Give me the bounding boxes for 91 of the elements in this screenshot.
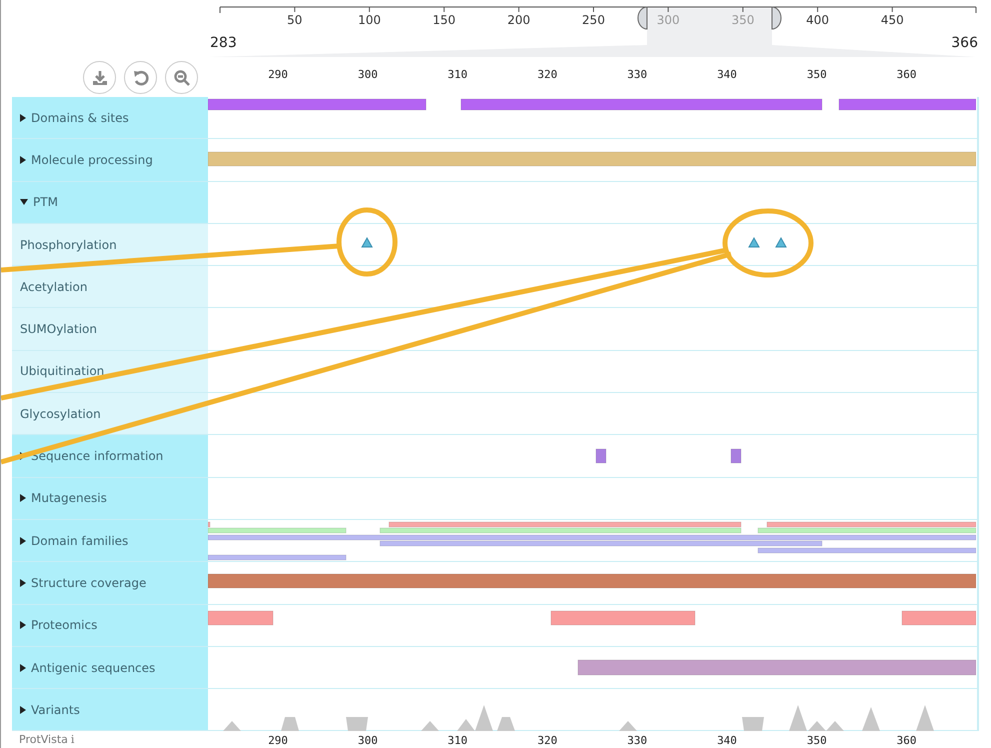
track-label[interactable]: Glycosylation — [12, 393, 208, 434]
feature-bar[interactable] — [596, 449, 606, 464]
track-label[interactable]: Mutagenesis — [12, 478, 208, 519]
ruler-tick-label: 300 — [656, 13, 680, 27]
ruler-tick-label: 350 — [806, 734, 827, 748]
ruler-tick-label: 360 — [896, 734, 917, 748]
site-marker[interactable] — [361, 236, 373, 248]
track-label[interactable]: Molecule processing — [12, 139, 208, 181]
feature-bar[interactable] — [758, 548, 976, 554]
track-name: Mutagenesis — [31, 491, 107, 506]
track-label[interactable]: Antigenic sequences — [12, 646, 208, 688]
feature-bar[interactable] — [208, 610, 274, 625]
brand-label: ProtVista — [19, 732, 68, 746]
info-link[interactable]: i — [70, 732, 74, 746]
site-marker[interactable] — [748, 236, 760, 248]
range-handle[interactable] — [772, 6, 782, 30]
track-name: Domains & sites — [31, 110, 129, 125]
feature-bar[interactable] — [208, 98, 426, 110]
ruler-tick-label: 290 — [268, 68, 288, 81]
track-name: Molecule processing — [31, 152, 153, 167]
reset-button[interactable] — [124, 61, 157, 94]
ruler-tick-label: 320 — [537, 68, 558, 81]
caret-icon[interactable] — [20, 706, 26, 714]
ruler-tick-label: 450 — [880, 13, 904, 27]
feature-bar[interactable] — [460, 98, 822, 110]
track-name: PTM — [33, 195, 58, 210]
track-label[interactable]: Domain families — [12, 520, 208, 562]
ruler-tick-label: 330 — [627, 734, 648, 748]
feature-bar[interactable] — [208, 152, 976, 167]
track-name: Variants — [31, 702, 80, 717]
zoom-out-button[interactable] — [165, 61, 198, 94]
track-label[interactable]: Proteomics — [12, 604, 208, 646]
site-marker[interactable] — [775, 236, 787, 248]
feature-bar[interactable] — [208, 534, 976, 540]
zoom-out-icon — [172, 68, 190, 86]
track-label[interactable]: Domains & sites — [12, 97, 208, 138]
ruler-tick-label: 320 — [537, 734, 558, 748]
caret-icon[interactable] — [20, 199, 28, 206]
ruler-tick-label: 50 — [287, 13, 302, 27]
track-label[interactable]: PTM — [12, 182, 208, 223]
feature-bar[interactable] — [766, 522, 976, 528]
range-handle[interactable] — [638, 6, 648, 30]
feature-bar[interactable] — [550, 610, 696, 625]
ruler-tick-label: 350 — [806, 68, 827, 81]
track-label[interactable]: Variants — [12, 689, 208, 730]
ruler-tick-label: 300 — [358, 734, 378, 748]
range-start: 283 — [210, 35, 237, 51]
ruler-tick-label: 290 — [268, 734, 288, 748]
ruler-tick-label: 360 — [896, 68, 917, 81]
ruler-tick-label: 310 — [448, 68, 468, 81]
download-button[interactable] — [83, 61, 116, 94]
track-label[interactable]: Acetylation — [12, 266, 208, 308]
feature-bar[interactable] — [208, 554, 346, 560]
caret-icon[interactable] — [20, 114, 26, 122]
track-name: Ubiquitination — [20, 364, 104, 378]
caret-icon[interactable] — [20, 578, 26, 587]
ruler-tick-label: 340 — [717, 68, 737, 81]
download-icon — [90, 68, 108, 86]
track-name: Proteomics — [31, 618, 98, 632]
range-end: 366 — [951, 35, 978, 51]
ruler-tick-label: 250 — [582, 13, 605, 27]
caret-icon[interactable] — [20, 664, 26, 672]
track-name: Domain families — [31, 534, 128, 548]
ruler-tick-label: 330 — [627, 68, 648, 81]
feature-bar[interactable] — [578, 660, 976, 676]
ruler-tick-label: 200 — [507, 13, 530, 27]
ruler-tick-label: 300 — [358, 68, 378, 81]
caret-icon[interactable] — [20, 494, 26, 502]
ruler-tick-label: 150 — [432, 13, 456, 27]
reset-icon — [132, 68, 150, 86]
track-name: Glycosylation — [20, 406, 101, 421]
track-name: SUMOylation — [20, 322, 97, 336]
track-name: Structure coverage — [31, 576, 146, 590]
ruler-tick-label: 100 — [358, 13, 381, 27]
track-label[interactable]: SUMOylation — [12, 308, 208, 350]
track-name: Antigenic sequences — [31, 660, 156, 674]
track-name: Acetylation — [20, 280, 88, 294]
caret-icon[interactable] — [20, 156, 26, 164]
ruler-tick-label: 350 — [731, 13, 754, 27]
feature-bar[interactable] — [838, 98, 976, 110]
ruler-tick-label: 400 — [806, 13, 830, 27]
caret-icon[interactable] — [20, 621, 26, 630]
feature-bar[interactable] — [208, 574, 976, 589]
feature-bar[interactable] — [730, 449, 742, 464]
feature-bar[interactable] — [388, 522, 742, 528]
ruler-tick-label: 340 — [717, 734, 737, 748]
feature-bar[interactable] — [902, 610, 976, 625]
track-name: Phosphorylation — [20, 238, 117, 252]
caret-icon[interactable] — [20, 536, 26, 545]
track-label[interactable]: Structure coverage — [12, 562, 208, 604]
ruler-tick-label: 310 — [448, 734, 468, 748]
